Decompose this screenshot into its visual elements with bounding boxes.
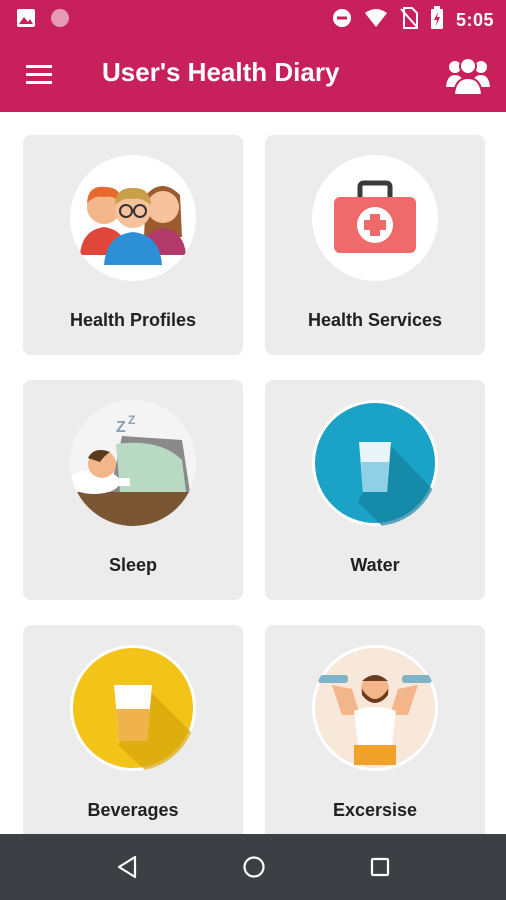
no-sim-icon xyxy=(400,7,418,34)
record-icon xyxy=(50,8,70,33)
svg-text:Z: Z xyxy=(128,413,135,427)
card-label: Beverages xyxy=(87,800,179,820)
svg-text:Z: Z xyxy=(116,419,126,436)
status-time: 5:05 xyxy=(455,10,494,30)
dumbbell-man-icon xyxy=(312,645,438,771)
users-group-icon xyxy=(446,57,490,96)
card-label: Health Services xyxy=(307,310,443,330)
battery-icon xyxy=(430,6,444,35)
home-icon xyxy=(243,856,265,878)
exercise-card[interactable]: Excersise xyxy=(265,625,485,834)
page-title: User's Health Diary xyxy=(102,57,340,87)
health-profiles-card[interactable]: Health Profiles xyxy=(23,135,243,355)
card-label: Sleep xyxy=(108,555,158,575)
status-bar: 5:05 xyxy=(0,0,506,37)
card-label: Health Profiles xyxy=(69,310,197,330)
card-label: Excersise xyxy=(332,800,418,820)
recents-button[interactable] xyxy=(365,852,395,882)
sleep-card[interactable]: Z Z Sleep xyxy=(23,380,243,600)
app-bar: User's Health Diary xyxy=(0,37,506,112)
card-label: Water xyxy=(350,555,400,575)
first-aid-kit-icon xyxy=(312,155,438,281)
users-button[interactable] xyxy=(444,53,492,97)
system-navigation-bar xyxy=(0,834,506,900)
sleeping-person-icon: Z Z xyxy=(70,400,196,526)
hamburger-menu-icon xyxy=(26,65,52,84)
home-button[interactable] xyxy=(239,852,269,882)
beverages-card[interactable]: Beverages xyxy=(23,625,243,834)
do-not-disturb-icon xyxy=(332,8,352,33)
health-services-card[interactable]: Health Services xyxy=(265,135,485,355)
water-glass-icon xyxy=(312,400,438,526)
recents-icon xyxy=(370,857,390,877)
family-icon xyxy=(70,155,196,281)
water-card[interactable]: Water xyxy=(265,380,485,600)
image-icon xyxy=(16,8,36,33)
wifi-icon xyxy=(364,8,388,33)
menu-grid: Health Profiles Health Services Z Z Slee… xyxy=(0,112,506,834)
back-button[interactable] xyxy=(113,852,143,882)
beverage-glass-icon xyxy=(70,645,196,771)
back-icon xyxy=(117,855,137,879)
menu-button[interactable] xyxy=(22,59,58,91)
